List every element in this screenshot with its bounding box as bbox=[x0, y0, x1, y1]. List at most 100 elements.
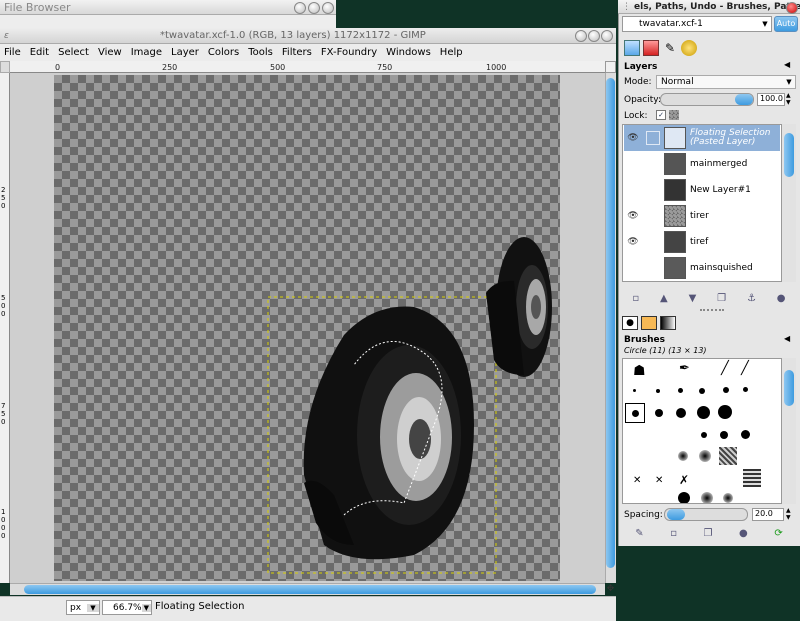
navigate-icon[interactable]: ✥ bbox=[605, 584, 616, 595]
opacity-spinner-icon[interactable]: ▲ ▼ bbox=[786, 92, 791, 106]
raise-layer-icon[interactable]: ▲ bbox=[660, 293, 668, 304]
chain-icon[interactable] bbox=[646, 183, 660, 197]
dock-titlebar[interactable]: ⋮ els, Paths, Undo - Brushes, Patter bbox=[618, 0, 800, 14]
spacing-spinner-icon[interactable]: ▲ ▼ bbox=[786, 507, 791, 521]
layer-row-new-layer-1[interactable]: New Layer#1 bbox=[624, 177, 780, 203]
window-menu-icon[interactable]: ε bbox=[4, 31, 9, 41]
brush-item[interactable] bbox=[633, 389, 636, 392]
tab-gradients-icon[interactable] bbox=[660, 316, 676, 330]
brush-item[interactable] bbox=[678, 388, 683, 393]
dock-menu-icon[interactable]: ⋮ bbox=[622, 2, 631, 12]
eye-icon[interactable]: 👁 bbox=[624, 133, 642, 143]
layer-row-floating-selection[interactable]: 👁 Floating Selection (Pasted Layer) bbox=[624, 125, 780, 151]
layer-row-tirer[interactable]: 👁 tirer bbox=[624, 203, 780, 229]
brush-item[interactable] bbox=[701, 432, 707, 438]
brush-item[interactable]: ✕ bbox=[655, 475, 663, 486]
brushes-grid[interactable]: ✕ ✕ ✗ ☗ ✒ ╱ ╱ bbox=[622, 358, 782, 504]
menu-view[interactable]: View bbox=[98, 47, 122, 58]
brush-item[interactable]: ✗ bbox=[679, 473, 689, 487]
tab-undo-icon[interactable] bbox=[681, 40, 697, 56]
new-brush-icon[interactable]: ▫ bbox=[670, 528, 677, 539]
minimize-button[interactable] bbox=[294, 2, 306, 14]
dock-separator-handle[interactable] bbox=[700, 309, 724, 313]
brush-item[interactable] bbox=[701, 492, 713, 503]
menu-layer[interactable]: Layer bbox=[171, 47, 199, 58]
horizontal-ruler[interactable] bbox=[10, 61, 605, 73]
chain-icon[interactable] bbox=[646, 131, 660, 145]
brush-item[interactable] bbox=[699, 388, 705, 394]
brush-item[interactable] bbox=[655, 409, 663, 417]
menu-filters[interactable]: Filters bbox=[282, 47, 312, 58]
tab-layers-icon[interactable] bbox=[624, 40, 640, 56]
duplicate-brush-icon[interactable]: ❐ bbox=[704, 528, 713, 539]
brush-item[interactable] bbox=[741, 430, 750, 439]
chain-icon[interactable] bbox=[646, 235, 660, 249]
eye-icon[interactable]: 👁 bbox=[624, 211, 642, 221]
menu-edit[interactable]: Edit bbox=[30, 47, 49, 58]
mode-select[interactable]: Normal ▼ bbox=[656, 75, 796, 89]
quick-mask-corner[interactable] bbox=[0, 61, 10, 73]
menu-fx-foundry[interactable]: FX-Foundry bbox=[321, 47, 377, 58]
close-button[interactable] bbox=[601, 30, 613, 42]
lower-layer-icon[interactable]: ▼ bbox=[689, 293, 697, 304]
brush-item[interactable] bbox=[697, 406, 710, 419]
brush-item[interactable] bbox=[678, 492, 690, 503]
lock-pixels-checkbox[interactable]: ✓ bbox=[656, 110, 666, 120]
delete-brush-icon[interactable]: ● bbox=[739, 528, 748, 539]
brush-item[interactable]: ╱ bbox=[741, 361, 749, 376]
menu-image[interactable]: Image bbox=[131, 47, 162, 58]
menu-tools[interactable]: Tools bbox=[248, 47, 273, 58]
close-button[interactable] bbox=[322, 2, 334, 14]
tab-brushes-icon[interactable]: ● bbox=[622, 316, 638, 330]
auto-button[interactable]: Auto bbox=[774, 16, 798, 32]
opacity-slider[interactable] bbox=[660, 93, 754, 106]
brush-item[interactable] bbox=[656, 389, 660, 393]
tab-patterns-icon[interactable] bbox=[641, 316, 657, 330]
horizontal-scroll-thumb[interactable] bbox=[24, 585, 596, 594]
brush-item[interactable]: ✕ bbox=[633, 475, 641, 486]
layer-row-mainsquished[interactable]: mainsquished bbox=[624, 255, 780, 281]
panel-menu-icon[interactable]: ◀ bbox=[784, 334, 790, 343]
opacity-input[interactable]: 100.0 bbox=[757, 93, 785, 106]
brush-item[interactable] bbox=[699, 450, 711, 462]
brush-item[interactable] bbox=[720, 431, 728, 439]
edit-brush-icon[interactable]: ✎ bbox=[635, 528, 643, 539]
duplicate-layer-icon[interactable]: ❐ bbox=[717, 293, 726, 304]
image-select[interactable]: twavatar.xcf-1 ▼ bbox=[622, 16, 772, 32]
menu-file[interactable]: File bbox=[4, 47, 21, 58]
image-window-titlebar[interactable]: ε *twavatar.xcf-1.0 (RGB, 13 layers) 117… bbox=[0, 28, 616, 44]
tab-paths-icon[interactable]: ✎ bbox=[662, 40, 678, 56]
chain-icon[interactable] bbox=[646, 157, 660, 171]
zoom-toggle-icon[interactable] bbox=[605, 61, 616, 73]
brush-item[interactable] bbox=[743, 469, 761, 487]
brush-item[interactable]: ☗ bbox=[633, 363, 646, 379]
layer-row-mainmerged[interactable]: mainmerged bbox=[624, 151, 780, 177]
chain-icon[interactable] bbox=[646, 209, 660, 223]
panel-menu-icon[interactable]: ◀ bbox=[784, 60, 790, 69]
vertical-scroll-thumb[interactable] bbox=[606, 78, 615, 568]
file-browser-titlebar[interactable]: File Browser bbox=[0, 0, 336, 15]
brush-item[interactable] bbox=[718, 405, 732, 419]
brush-item[interactable]: ╱ bbox=[721, 361, 729, 376]
brush-item[interactable] bbox=[743, 387, 748, 392]
menu-help[interactable]: Help bbox=[440, 47, 463, 58]
spacing-slider[interactable] bbox=[664, 508, 748, 521]
layers-scroll-thumb[interactable] bbox=[784, 133, 794, 177]
minimize-button[interactable] bbox=[575, 30, 587, 42]
spacing-input[interactable]: 20.0 bbox=[752, 508, 784, 521]
brush-item[interactable] bbox=[719, 447, 737, 465]
image-canvas[interactable] bbox=[54, 75, 560, 581]
anchor-layer-icon[interactable]: ⚓ bbox=[747, 293, 756, 304]
brush-item[interactable]: ✒ bbox=[679, 361, 690, 376]
menu-windows[interactable]: Windows bbox=[386, 47, 431, 58]
eye-icon[interactable]: 👁 bbox=[624, 237, 642, 247]
maximize-button[interactable] bbox=[588, 30, 600, 42]
unit-select[interactable]: px ▼ bbox=[66, 600, 100, 615]
lock-alpha-icon[interactable] bbox=[669, 110, 679, 120]
chain-icon[interactable] bbox=[646, 261, 660, 275]
refresh-brushes-icon[interactable]: ⟳ bbox=[774, 528, 782, 539]
brush-item[interactable] bbox=[632, 410, 639, 417]
brush-item[interactable] bbox=[723, 493, 733, 503]
maximize-button[interactable] bbox=[308, 2, 320, 14]
menu-select[interactable]: Select bbox=[58, 47, 89, 58]
